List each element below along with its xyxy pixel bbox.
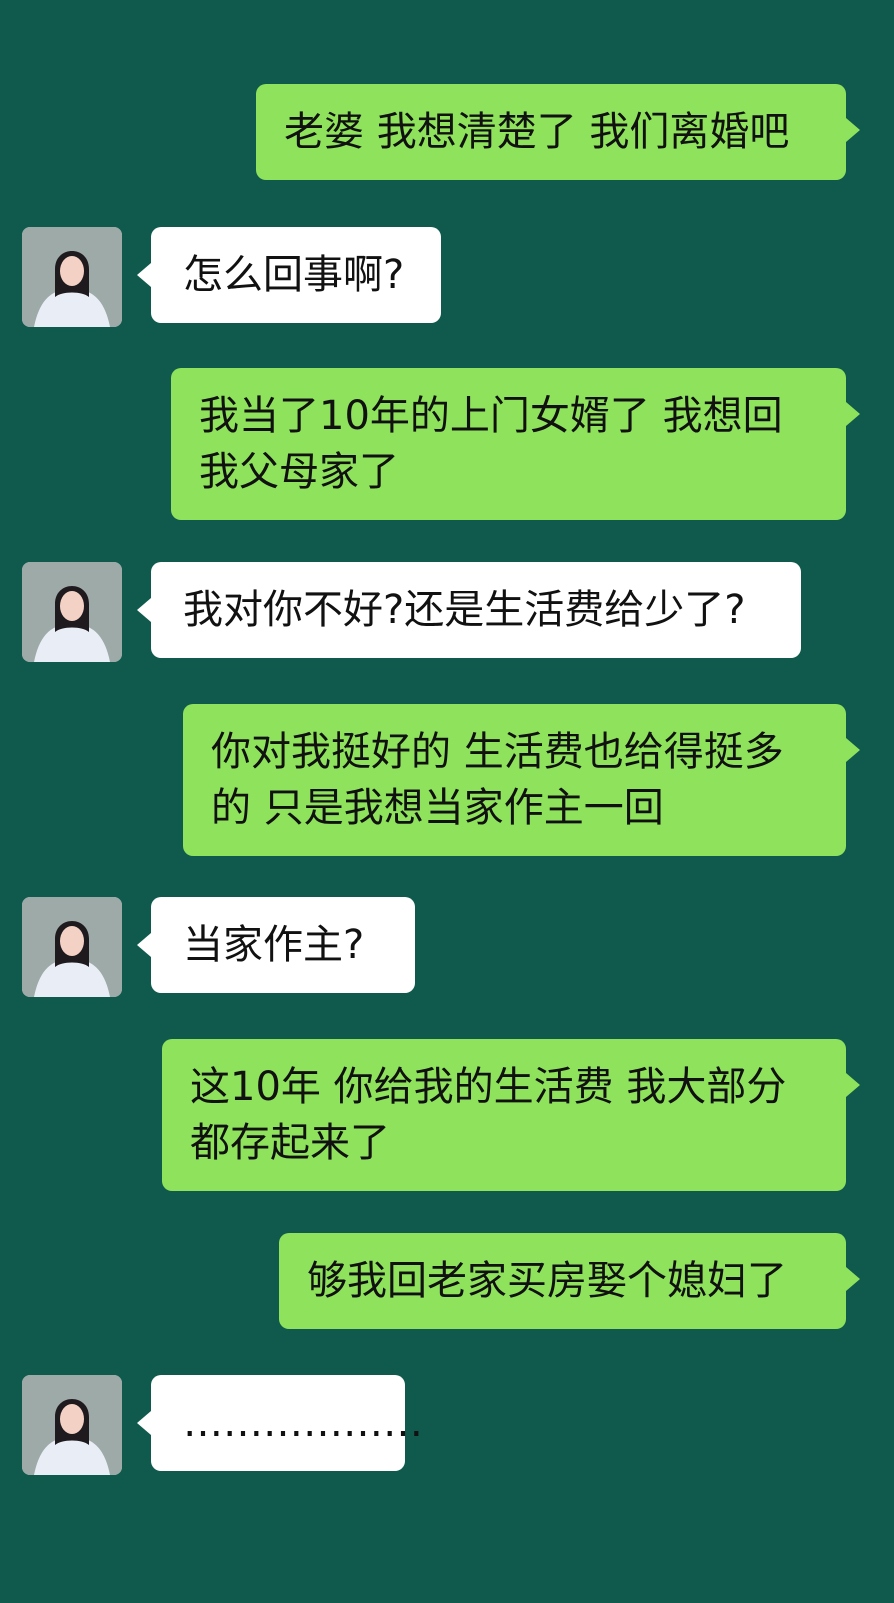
avatar-photo-icon [22,562,122,662]
sent-message-bubble[interactable]: 老婆 我想清楚了 我们离婚吧 [256,84,860,180]
sent-message-bubble[interactable]: 你对我挺好的 生活费也给得挺多的 只是我想当家作主一回 [183,704,860,856]
avatar-photo-icon [22,897,122,997]
contact-avatar[interactable] [22,227,122,327]
avatar-photo-icon [22,1375,122,1475]
contact-avatar[interactable] [22,1375,122,1475]
received-message-bubble[interactable]: 怎么回事啊? [137,227,441,323]
sent-message-bubble[interactable]: 这10年 你给我的生活费 我大部分都存起来了 [162,1039,860,1191]
sent-message-bubble[interactable]: 我当了10年的上门女婿了 我想回我父母家了 [171,368,860,520]
sent-message-bubble[interactable]: 够我回老家买房娶个媳妇了 [279,1233,860,1329]
received-message-bubble[interactable]: 我对你不好?还是生活费给少了? [137,562,801,658]
contact-avatar[interactable] [22,562,122,662]
contact-avatar[interactable] [22,897,122,997]
chat-window: 老婆 我想清楚了 我们离婚吧 怎么回事啊? 我当了10年的上门女婿了 我想回我父… [0,0,894,1603]
received-message-bubble[interactable]: 当家作主? [137,897,415,993]
received-message-bubble[interactable]: ……………… [137,1375,423,1471]
avatar-photo-icon [22,227,122,327]
